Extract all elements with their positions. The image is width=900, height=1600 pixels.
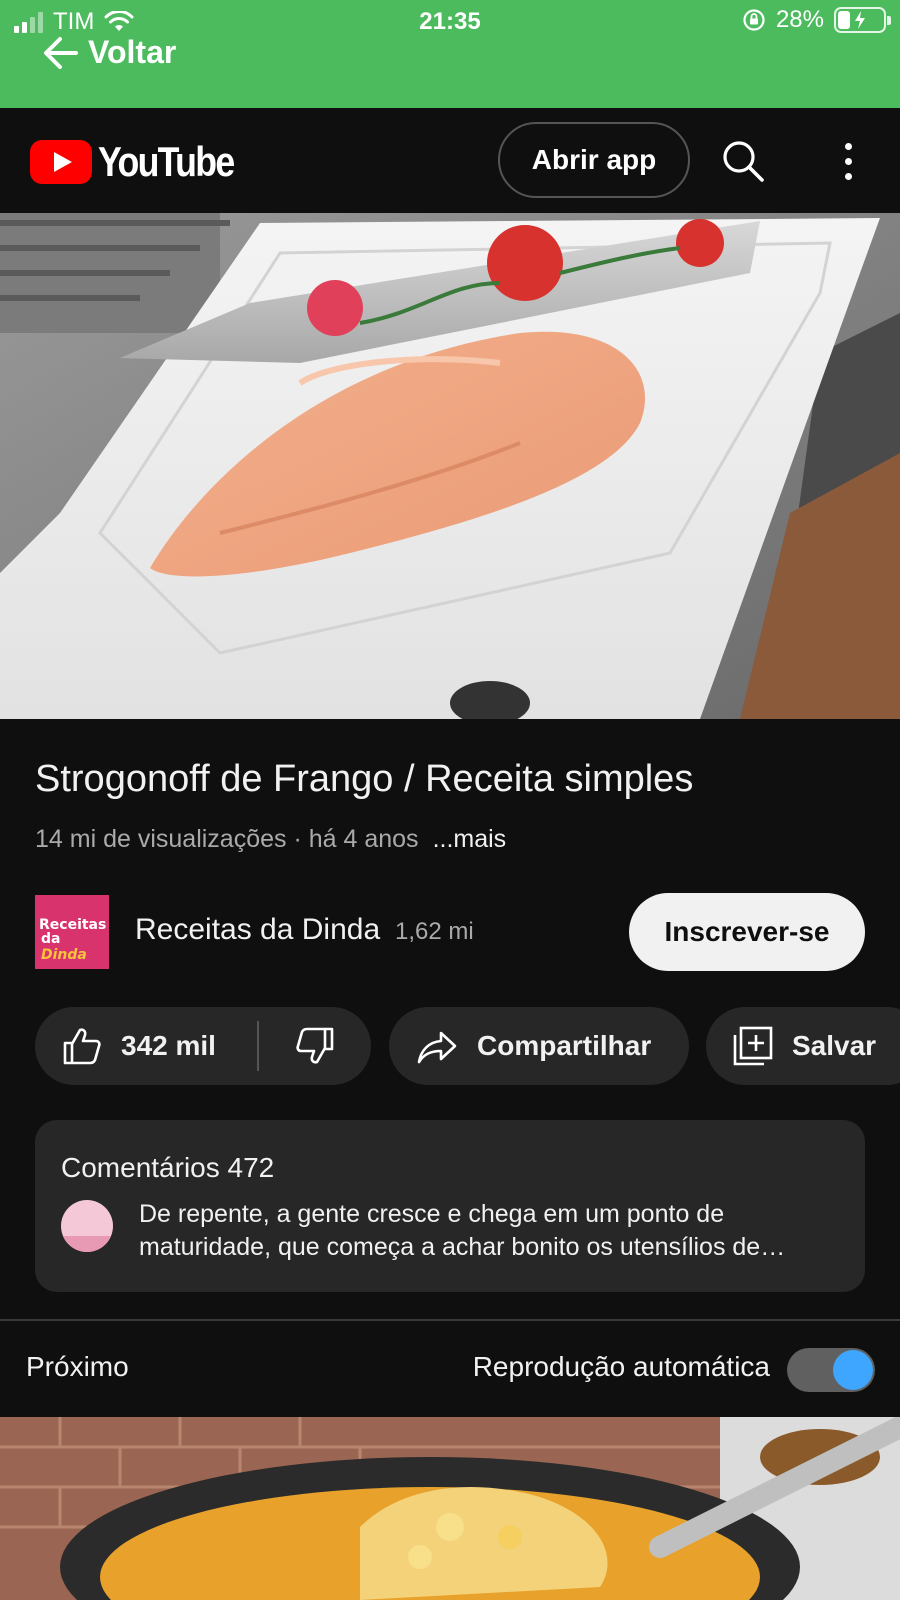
status-bar: TIM 21:35 28% Voltar: [0, 0, 900, 108]
toggle-knob: [833, 1350, 873, 1390]
next-video-image: [0, 1417, 900, 1600]
battery-icon: [834, 7, 891, 33]
action-bar: 342 mil Compartilhar Salvar: [35, 1007, 900, 1085]
status-right: 28%: [742, 6, 891, 34]
subscribe-button[interactable]: Inscrever-se: [629, 893, 865, 971]
more-link[interactable]: ...mais: [433, 825, 507, 853]
thumbs-up-icon: [63, 1028, 101, 1065]
logo-text: YouTube: [98, 138, 235, 185]
search-button[interactable]: [718, 136, 768, 186]
up-next-row: Próximo Reprodução automática: [0, 1321, 900, 1417]
meta-separator: ·: [286, 825, 309, 853]
video-meta[interactable]: 14 mi de visualizações · há 4 anos ...mai…: [35, 825, 506, 854]
youtube-logo[interactable]: YouTube: [30, 138, 257, 186]
upload-age: há 4 anos: [308, 825, 419, 853]
like-count: 342 mil: [121, 1030, 216, 1061]
autoplay-label: Reprodução automática: [472, 1351, 770, 1382]
next-video-thumbnail[interactable]: [0, 1417, 900, 1600]
youtube-play-logo-icon: [30, 140, 92, 184]
video-player[interactable]: [0, 213, 900, 719]
channel-row: Receitas da Dinda Receitas da Dinda 1,62…: [35, 893, 865, 971]
open-app-button[interactable]: Abrir app: [498, 122, 690, 198]
up-next-label: Próximo: [26, 1351, 129, 1382]
top-comment-text: De repente, a gente cresce e chega em um…: [139, 1200, 786, 1261]
battery-percent: 28%: [775, 6, 824, 33]
channel-avatar[interactable]: Receitas da Dinda: [35, 895, 109, 969]
save-playlist-icon: [733, 1026, 773, 1066]
video-frame: [0, 213, 900, 719]
youtube-header: YouTube Abrir app: [0, 108, 900, 213]
like-dislike-pill: 342 mil: [35, 1007, 371, 1085]
thumbs-down-icon: [296, 1027, 334, 1064]
arrow-left-icon: [44, 36, 78, 69]
back-button[interactable]: Voltar: [42, 34, 176, 71]
more-vertical-icon[interactable]: [826, 136, 870, 186]
like-button[interactable]: 342 mil: [35, 1007, 260, 1085]
view-count: 14 mi de visualizações: [35, 825, 287, 853]
comments-card[interactable]: Comentários 472 De repente, a gente cres…: [35, 1120, 865, 1292]
channel-name[interactable]: Receitas da Dinda: [135, 913, 380, 947]
save-label: Salvar: [792, 1030, 877, 1061]
orientation-lock-icon: [743, 9, 765, 31]
video-title[interactable]: Strogonoff de Frango / Receita simples: [35, 758, 875, 801]
share-icon: [417, 1031, 457, 1064]
share-label: Compartilhar: [477, 1030, 652, 1061]
autoplay-toggle[interactable]: [787, 1348, 875, 1392]
avatar-logo-text-2: da Dinda: [41, 931, 87, 963]
save-button[interactable]: Salvar: [706, 1007, 900, 1085]
search-icon: [723, 141, 764, 182]
comments-title: Comentários 472: [61, 1152, 275, 1183]
subscriber-count: 1,62 mi: [395, 918, 474, 945]
commenter-avatar: [61, 1200, 113, 1252]
dislike-button[interactable]: [259, 1007, 371, 1085]
share-button[interactable]: Compartilhar: [389, 1007, 689, 1085]
back-label: Voltar: [88, 34, 177, 70]
